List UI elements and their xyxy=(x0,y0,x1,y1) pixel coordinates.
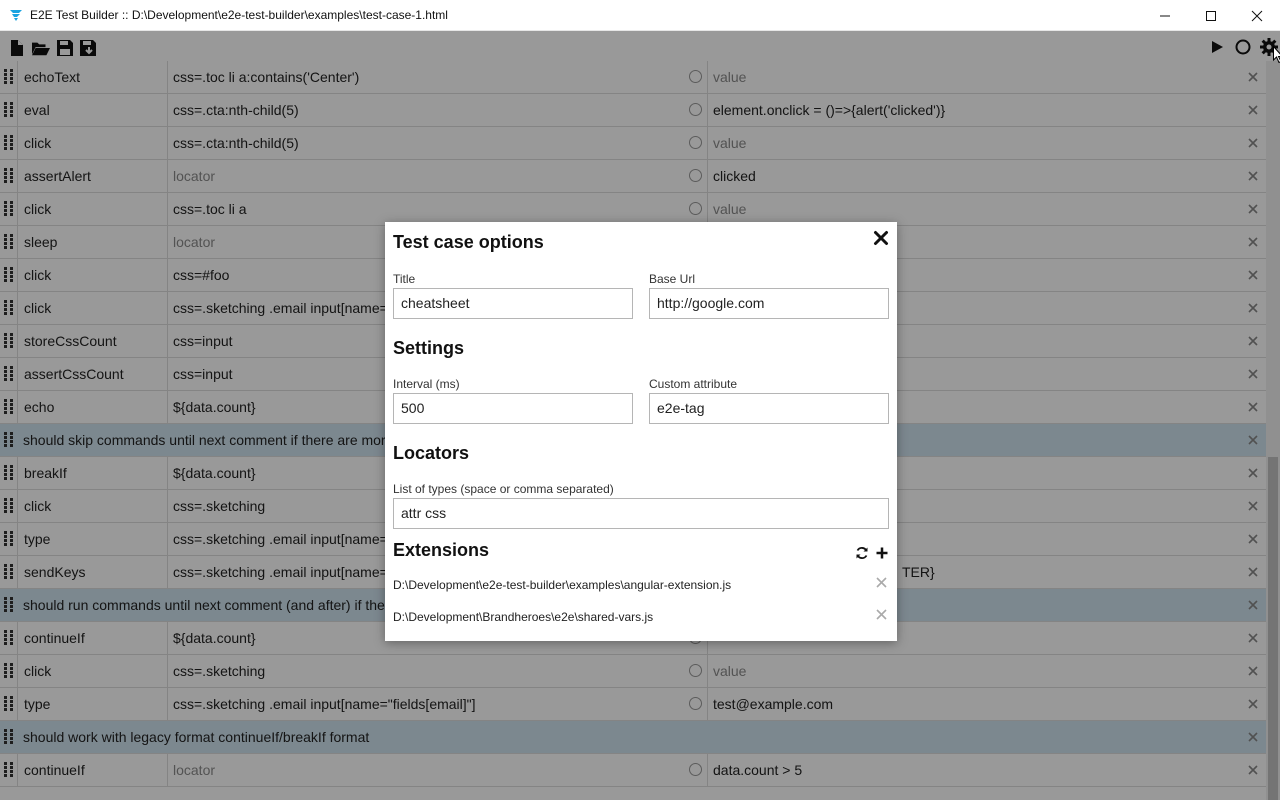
interval-label: Interval (ms) xyxy=(393,377,460,391)
custom-attribute-input[interactable]: e2e-tag xyxy=(649,393,889,424)
settings-heading: Settings xyxy=(393,338,465,358)
interval-input[interactable]: 500 xyxy=(393,393,633,424)
close-dialog-icon[interactable] xyxy=(873,230,889,246)
window-title-bar: E2E Test Builder :: D:\Development\e2e-t… xyxy=(0,0,1280,31)
minimize-icon xyxy=(1160,15,1170,16)
locators-heading: Locators xyxy=(393,443,470,463)
mouse-cursor-icon xyxy=(1273,46,1280,64)
dialog-title: Test case options xyxy=(393,232,544,252)
base-url-label: Base Url xyxy=(649,272,696,286)
extension-item: D:\Development\Brandheroes\e2e\shared-va… xyxy=(393,610,654,624)
title-label: Title xyxy=(393,272,416,286)
base-url-input[interactable]: http://google.com xyxy=(649,288,889,319)
test-case-options-dialog: Test case options Title cheatsheet Base … xyxy=(385,222,897,641)
app-logo-icon xyxy=(10,10,22,21)
maximize-button[interactable] xyxy=(1188,0,1234,31)
locator-types-label: List of types (space or comma separated) xyxy=(393,482,614,496)
window-controls xyxy=(1142,0,1280,31)
remove-extension-icon[interactable] xyxy=(876,609,887,620)
window-title: E2E Test Builder :: D:\Development\e2e-t… xyxy=(30,8,448,22)
title-input[interactable]: cheatsheet xyxy=(393,288,633,319)
locator-types-input[interactable]: attr css xyxy=(393,498,889,529)
maximize-icon xyxy=(1206,10,1216,21)
refresh-icon[interactable] xyxy=(855,546,869,560)
extension-item: D:\Development\e2e-test-builder\examples… xyxy=(393,578,732,592)
close-icon xyxy=(1251,10,1263,21)
close-window-button[interactable] xyxy=(1234,0,1280,31)
custom-attribute-label: Custom attribute xyxy=(649,377,738,391)
add-icon[interactable] xyxy=(875,546,889,560)
extensions-heading: Extensions xyxy=(393,540,490,560)
minimize-button[interactable] xyxy=(1142,0,1188,31)
remove-extension-icon[interactable] xyxy=(876,577,887,588)
